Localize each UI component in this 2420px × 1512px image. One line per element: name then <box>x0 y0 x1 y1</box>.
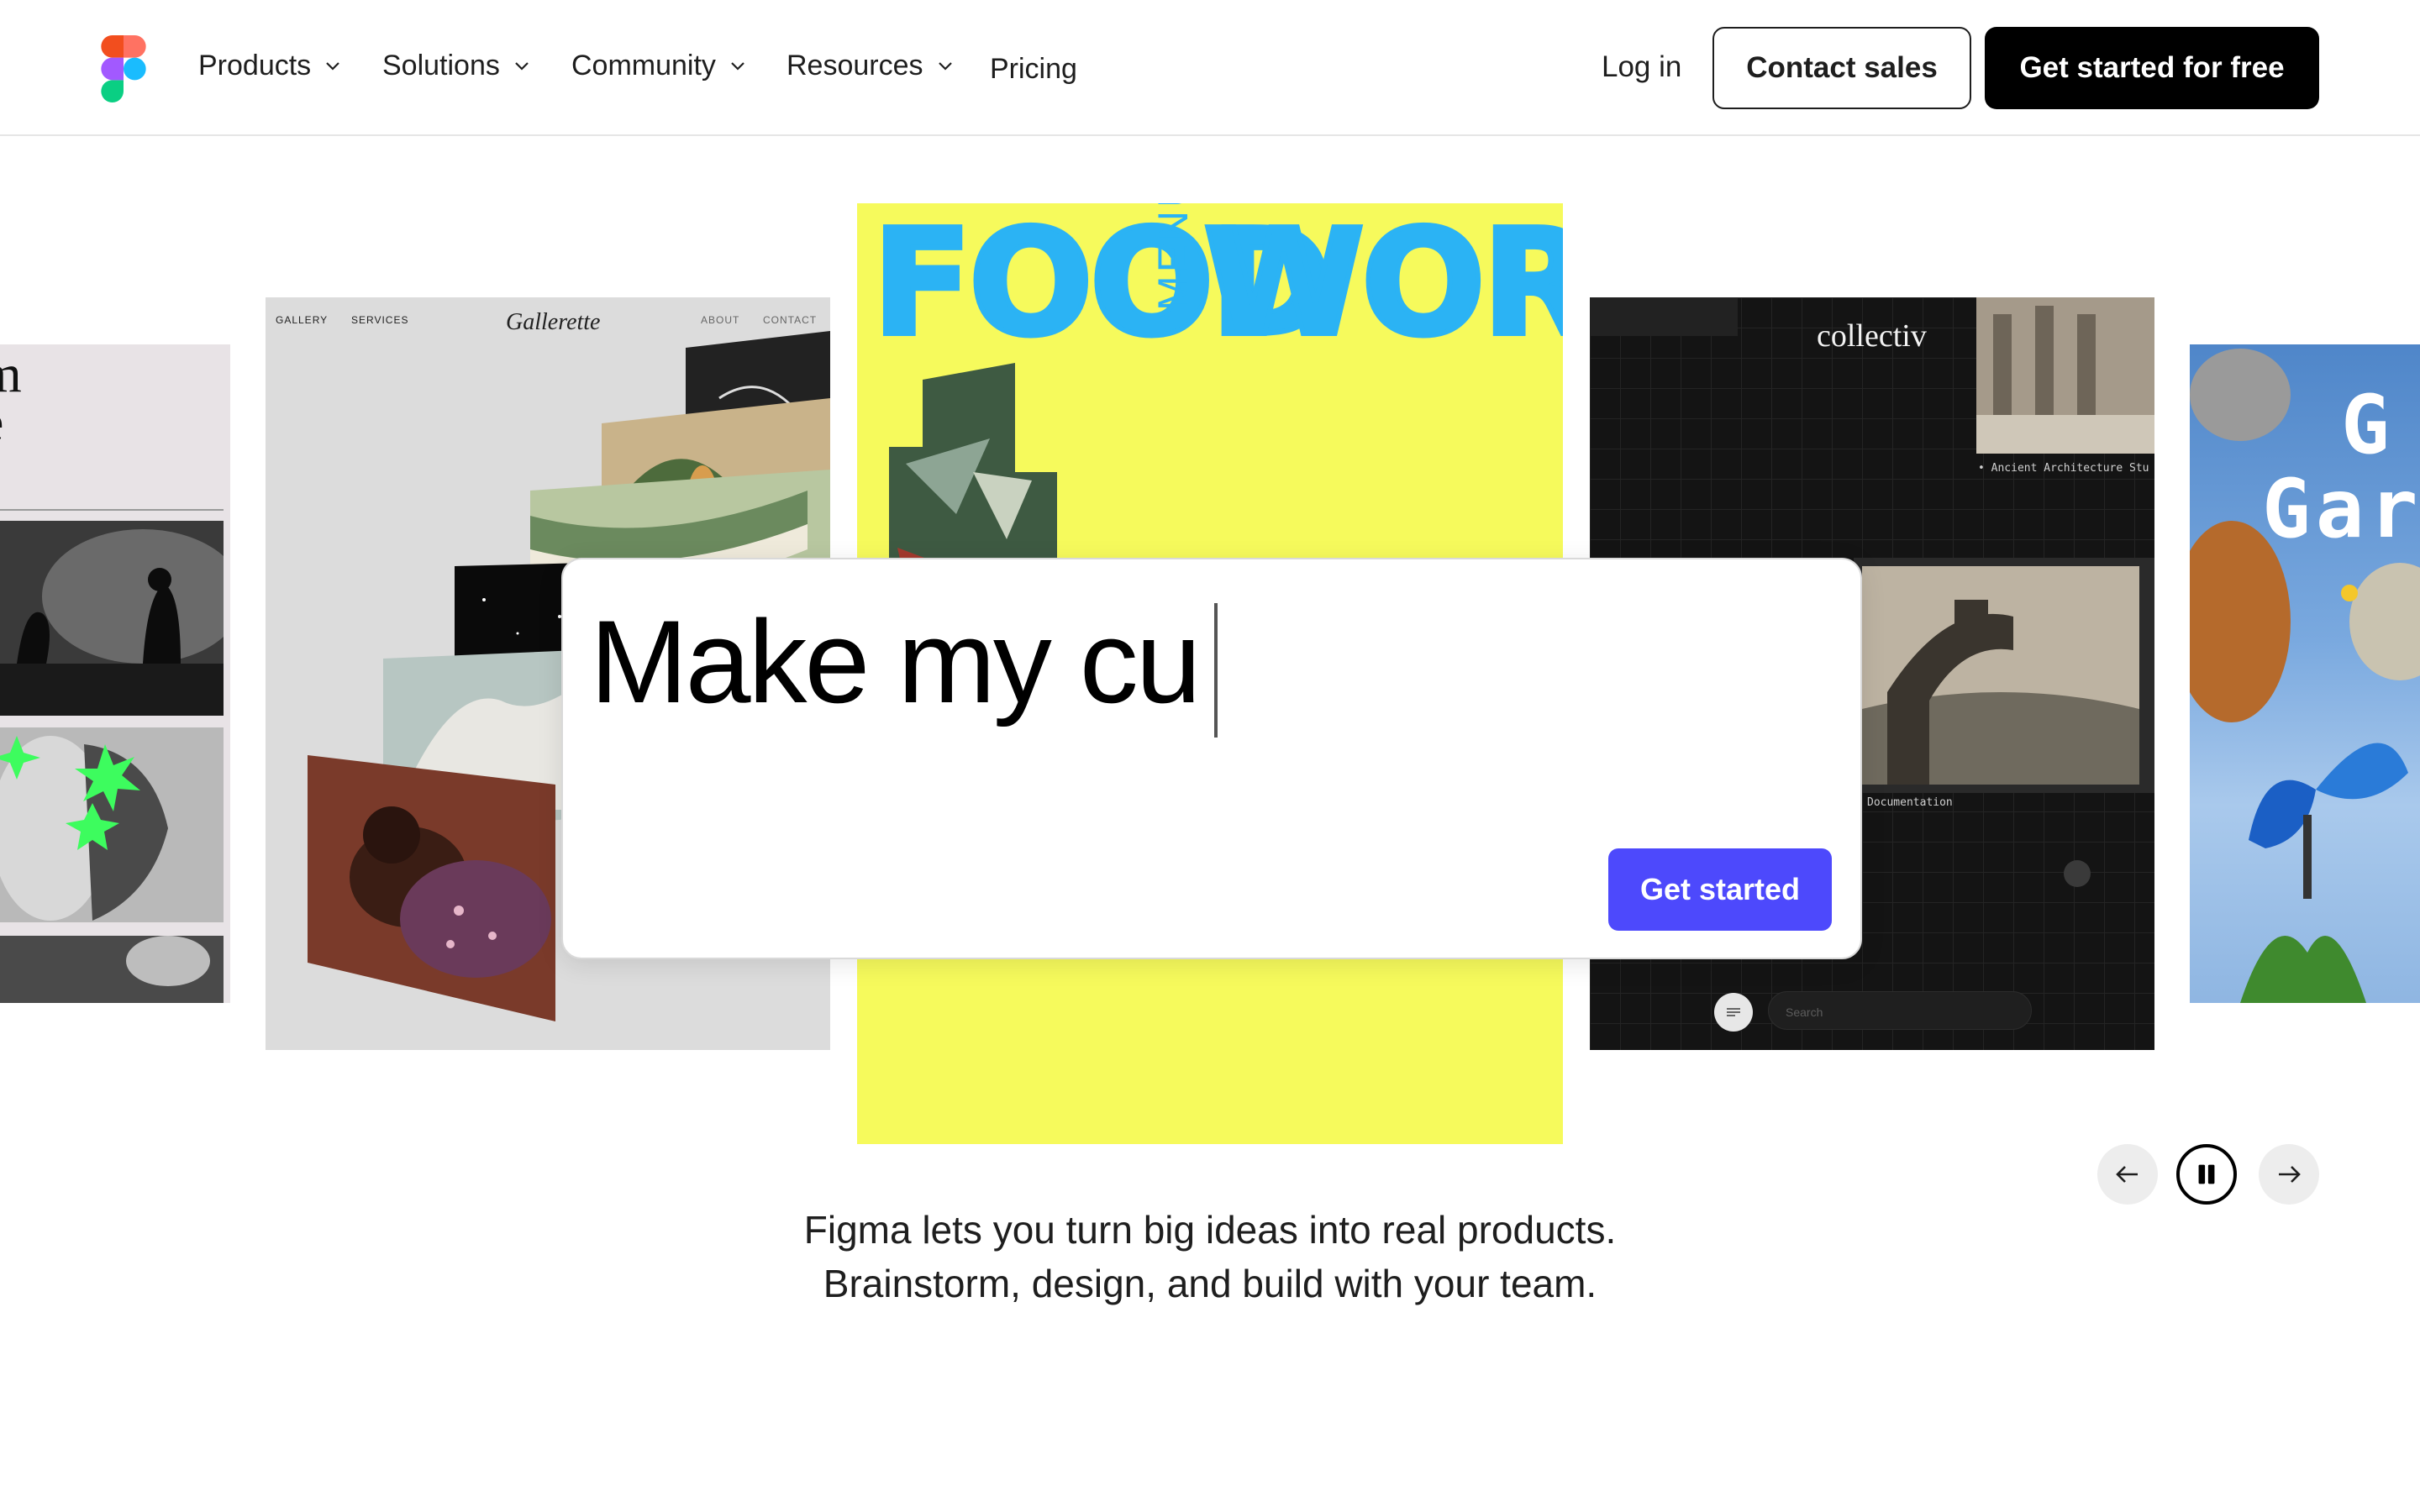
collectiv-tab <box>1590 297 1738 336</box>
nav-solutions-label: Solutions <box>382 49 500 81</box>
nav-community[interactable]: Community <box>571 42 748 89</box>
text-caret <box>1213 603 1218 738</box>
carousel-card-film[interactable]: m e <box>0 344 230 1003</box>
chevron-down-icon <box>731 62 744 71</box>
nav-products[interactable]: Products <box>198 42 343 89</box>
get-started-free-button[interactable]: Get started for free <box>1985 27 2319 109</box>
nav-pricing-label: Pricing <box>990 52 1077 85</box>
food-title-word2: WORKS <box>1201 203 1563 369</box>
divider <box>0 509 224 511</box>
ai-prompt-box[interactable]: Make my cu Get started <box>561 558 1862 959</box>
get-started-button[interactable]: Get started <box>1608 848 1832 931</box>
crowd-image <box>0 936 224 1003</box>
figma-logo-icon[interactable] <box>99 35 148 102</box>
tagline-line2: Brainstorm, design, and build with your … <box>823 1262 1597 1305</box>
film-card-title: m e <box>0 344 22 449</box>
arrow-right-icon <box>2279 1166 2301 1183</box>
garden-title-line1: G <box>2341 378 2395 472</box>
prompt-typed-text: Make my cu <box>590 596 1202 727</box>
carousel-card-garden[interactable]: G Gar <box>2190 344 2420 1003</box>
caption-documentation: Documentation <box>1867 796 1953 809</box>
nav-resources-label: Resources <box>786 49 923 81</box>
nav-solutions[interactable]: Solutions <box>382 42 532 89</box>
dancers-image <box>0 521 224 716</box>
chevron-down-icon <box>515 62 529 71</box>
architecture-photo <box>1976 297 2154 454</box>
film-title-line1: m <box>0 344 22 403</box>
collectiv-logo: collectiv <box>1817 318 1927 354</box>
garden-title-line2: Gar <box>2262 462 2420 556</box>
food-menu-label: MENU <box>1150 203 1197 311</box>
contact-sales-button[interactable]: Contact sales <box>1712 27 1971 109</box>
film-title-line2: e <box>0 396 22 449</box>
carousel-prev-button[interactable] <box>2097 1144 2158 1205</box>
tagline-line1: Figma lets you turn big ideas into real … <box>803 1208 1617 1252</box>
nav-pricing[interactable]: Pricing <box>990 45 1077 92</box>
login-link[interactable]: Log in <box>1602 44 1681 91</box>
nav-community-label: Community <box>571 49 716 81</box>
chevron-down-icon <box>326 62 339 71</box>
nav-resources[interactable]: Resources <box>786 42 955 89</box>
aqueduct-photo <box>1854 558 2154 793</box>
chevron-down-icon <box>938 62 952 71</box>
menu-icon[interactable] <box>1714 993 1753 1032</box>
carousel-pause-button[interactable] <box>2176 1144 2237 1205</box>
caption-architecture: • Ancient Architecture Stu <box>1978 462 2149 475</box>
indicator-dot <box>2064 860 2091 887</box>
collectiv-search-input[interactable]: Search <box>1768 991 2032 1030</box>
pause-icon <box>2198 1164 2215 1184</box>
carousel-next-button[interactable] <box>2259 1144 2319 1205</box>
hero-tagline: Figma lets you turn big ideas into real … <box>0 1203 2420 1310</box>
prompt-input[interactable]: Make my cu <box>590 595 1218 738</box>
top-nav: Products Solutions Community Resources P… <box>0 0 2420 136</box>
portrait-image <box>0 727 224 922</box>
arrow-left-icon <box>2116 1166 2138 1183</box>
nav-products-label: Products <box>198 49 312 81</box>
